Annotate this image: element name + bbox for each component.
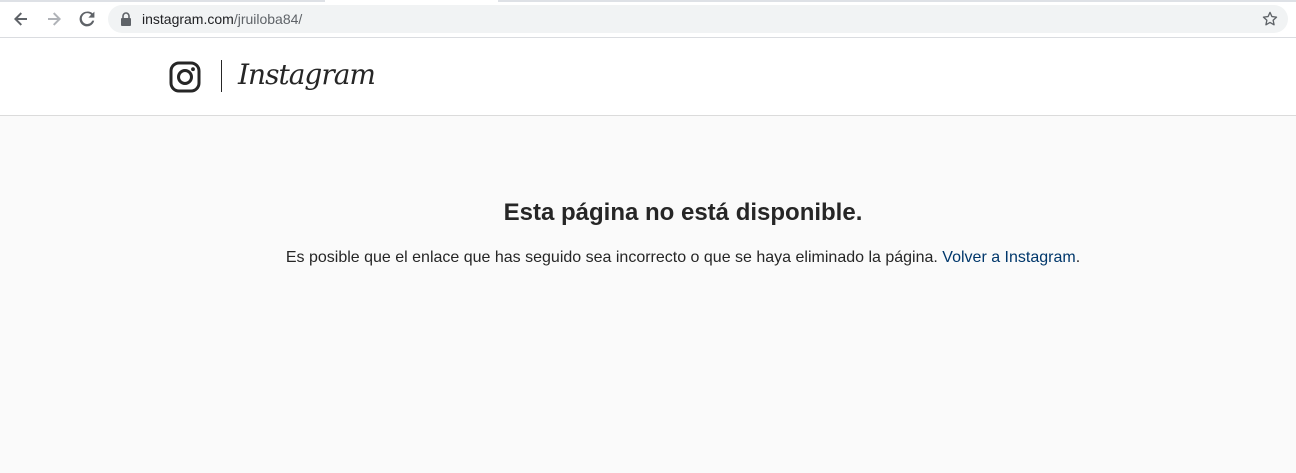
back-to-instagram-link[interactable]: Volver a Instagram [942, 249, 1075, 266]
address-bar[interactable]: instagram.com/jruiloba84/ [108, 5, 1288, 33]
address-url[interactable]: instagram.com/jruiloba84/ [142, 11, 302, 27]
instagram-glyph-icon[interactable] [169, 61, 201, 93]
url-host: instagram.com [142, 11, 234, 27]
error-message-text: Es posible que el enlace que has seguido… [285, 249, 938, 266]
back-arrow-icon [14, 12, 27, 26]
lock-icon[interactable] [120, 12, 132, 26]
browser-toolbar: instagram.com/jruiloba84/ [0, 0, 1296, 38]
url-path: /jruiloba84/ [233, 11, 303, 27]
error-title: Esta página no está disponible. [503, 199, 863, 226]
instagram-header: Instagram [0, 38, 1296, 116]
forward-button[interactable] [41, 6, 67, 32]
error-page: Esta página no está disponible. Es posib… [0, 116, 1296, 473]
instagram-wordmark[interactable]: Instagram [238, 58, 376, 92]
forward-arrow-icon [48, 12, 61, 26]
reload-button[interactable] [74, 6, 100, 32]
reload-icon [79, 11, 95, 27]
back-button[interactable] [8, 6, 34, 32]
tab-strip-edge [0, 0, 1296, 2]
error-message: Es posible que el enlace que has seguido… [0, 248, 1296, 268]
error-message-period: . [1075, 249, 1081, 266]
logo-divider [221, 60, 222, 92]
bookmark-star-icon[interactable] [1261, 10, 1279, 28]
